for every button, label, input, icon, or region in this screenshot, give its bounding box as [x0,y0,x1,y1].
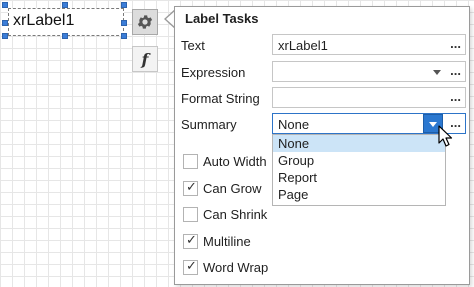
resize-handle-top-left[interactable] [2,2,8,8]
checkbox-box[interactable] [183,154,198,169]
xrlabel-text: xrLabel1 [13,12,75,29]
summary-option-page[interactable]: Page [273,186,445,203]
resize-handle-bottom[interactable] [62,33,68,39]
format-string-field[interactable]: ... [272,87,466,108]
function-icon: f [141,49,149,69]
expression-field[interactable]: ... [272,61,466,82]
panel-title: Label Tasks [185,11,259,26]
check-icon: ✓ [186,179,197,194]
checkbox-label: Auto Width [203,154,267,169]
checkbox-label: Can Shrink [203,207,268,222]
resize-handle-top[interactable] [62,2,68,8]
format-string-label: Format String [181,91,260,106]
summary-dropdown-list: None Group Report Page [272,134,446,206]
expression-ellipsis-button[interactable]: ... [450,62,461,80]
check-icon: ✓ [186,258,197,273]
text-label: Text [181,38,205,53]
summary-option-group[interactable]: Group [273,152,445,169]
resize-handle-right[interactable] [121,20,127,26]
summary-option-none[interactable]: None [273,135,445,152]
xrlabel-control[interactable]: xrLabel1 [8,8,124,36]
checkbox-label: Multiline [203,234,251,249]
expression-button[interactable]: f [132,46,158,72]
label-tasks-panel: Label Tasks Text xrLabel1 ... Expression… [174,6,470,285]
check-icon: ✓ [186,232,197,247]
expression-label: Expression [181,65,246,80]
resize-handle-left[interactable] [2,20,8,26]
checkbox-label: Can Grow [203,181,262,196]
summary-label: Summary [181,117,237,132]
format-string-ellipsis-button[interactable]: ... [450,88,461,106]
checkbox-label: Word Wrap [203,260,269,275]
text-ellipsis-button[interactable]: ... [450,35,461,53]
smart-tag-button[interactable] [132,9,158,35]
mouse-cursor-icon [438,125,453,147]
text-field[interactable]: xrLabel1 ... [272,34,466,55]
resize-handle-bottom-left[interactable] [2,33,8,39]
summary-field-value: None [278,117,310,132]
resize-handle-bottom-right[interactable] [121,33,127,39]
gear-icon [137,15,153,29]
summary-option-report[interactable]: Report [273,169,445,186]
text-field-value: xrLabel1 [278,38,328,53]
summary-field[interactable]: None ... [272,113,466,134]
expression-dropdown-icon[interactable] [433,70,441,75]
resize-handle-top-right[interactable] [121,2,127,8]
checkbox-box[interactable] [183,207,198,222]
